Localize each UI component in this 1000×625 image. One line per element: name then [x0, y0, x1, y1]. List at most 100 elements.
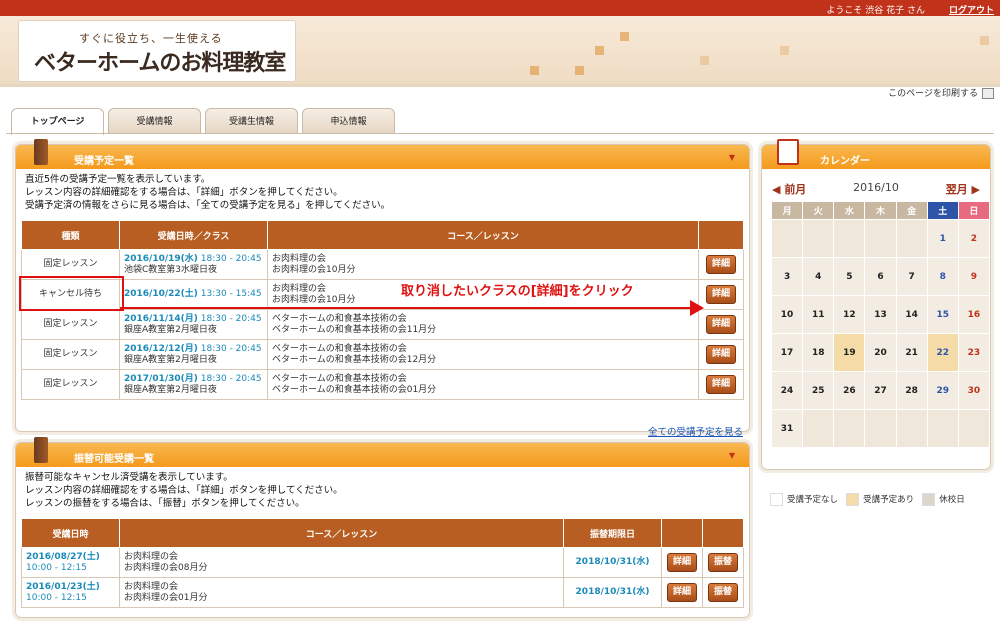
calendar-day[interactable]: 28 [895, 371, 928, 410]
calendar-day[interactable]: 1 [926, 219, 959, 258]
upcoming-intro: 直近5件の受講予定一覧を表示しています。 レッスン内容の詳細確認をする場合は、「… [25, 173, 390, 212]
detail-button[interactable]: 詳細 [705, 345, 736, 364]
table-row: キャンセル待ち 2016/10/22(土) 13:30 - 15:45 お肉料理… [21, 279, 744, 310]
lesson-class: 銀座A教室第2月曜日夜 [124, 354, 217, 365]
calendar-day[interactable]: 15 [926, 295, 959, 334]
calendar-empty-cell [770, 219, 804, 258]
calendar-day[interactable]: 20 [864, 333, 897, 372]
prev-month-link[interactable]: ◀ 前月 [772, 181, 806, 197]
lesson-course: お肉料理の会 お肉料理の会01月分 [119, 577, 564, 608]
next-month-link[interactable]: 翌月 ▶ [946, 181, 980, 197]
calendar-day[interactable]: 14 [895, 295, 928, 334]
calendar-title: カレンダー [820, 156, 870, 167]
lesson-time: 18:30 - 20:45 [200, 373, 262, 384]
calendar-empty-cell [957, 409, 991, 448]
col-header-detail [661, 518, 703, 548]
deadline-date: 2018/10/31(水) [575, 587, 650, 597]
decor-square [575, 66, 584, 75]
calendar-day[interactable]: 9 [957, 257, 991, 296]
calendar-day[interactable]: 16 [957, 295, 991, 334]
intro-line: 直近5件の受講予定一覧を表示しています。 [25, 174, 211, 185]
calendar-day[interactable]: 5 [833, 257, 866, 296]
weekday-header: 木 [864, 201, 897, 220]
transfer-button[interactable]: 振替 [707, 553, 738, 572]
lesson-course: ベターホームの和食基本技術の会 ベターホームの和食基本技術の会11月分 [267, 309, 699, 340]
lesson-time: 10:00 - 12:15 [26, 562, 87, 573]
calendar-day[interactable]: 29 [926, 371, 959, 410]
legend-swatch-has [846, 493, 860, 506]
detail-button[interactable]: 詳細 [705, 315, 736, 334]
calendar-panel: カレンダー 2016/10 ◀ 前月 翌月 ▶ 月 火 水 木 金 土 日 12… [761, 139, 991, 506]
calendar-empty-cell [926, 409, 959, 448]
lesson-date: 2017/01/30(月) [124, 373, 198, 384]
detail-button[interactable]: 詳細 [705, 375, 736, 394]
print-page-link[interactable]: このページを印刷する [888, 86, 994, 99]
lesson-time: 13:30 - 15:45 [200, 289, 262, 299]
lesson-kind: 固定レッスン [21, 249, 120, 280]
col-header-kind: 種類 [21, 220, 120, 250]
action-cell: 詳細 [698, 249, 744, 280]
calendar-day[interactable]: 25 [802, 371, 835, 410]
table-row: 2016/01/23(土) 10:00 - 12:15 お肉料理の会 お肉料理の会0… [21, 577, 744, 608]
detail-button[interactable]: 詳細 [705, 255, 736, 274]
calendar-day[interactable]: 12 [833, 295, 866, 334]
calendar-day[interactable]: 3 [770, 257, 804, 296]
welcome-text: ようこそ 渋谷 花子 さん [826, 6, 925, 16]
transfer-lessons-panel: 振替可能受講一覧 ▼ 振替可能なキャンセル済受講を表示しています。 レッスン内容… [15, 437, 750, 618]
calendar-grid: 月 火 水 木 金 土 日 1 2 3 4 5 6 7 8 9 10 11 12 13 14 15 16 17 1… [770, 201, 991, 448]
tab-top[interactable]: トップページ [11, 108, 104, 135]
legend-label: 受講予定あり [863, 495, 915, 505]
brand-name: ベターホームのお料理教室 [34, 51, 286, 76]
calendar-empty-cell [833, 409, 866, 448]
calendar-day[interactable]: 17 [770, 333, 804, 372]
calendar-empty-cell [833, 219, 866, 258]
logout-link[interactable]: ログアウト [949, 3, 994, 16]
lesson-date: 2016/11/14(月) [124, 313, 198, 324]
annotation-arrow-line [120, 307, 700, 309]
detail-button[interactable]: 詳細 [705, 285, 736, 304]
calendar-day[interactable]: 2 [957, 219, 991, 258]
collapse-icon[interactable]: ▼ [729, 153, 735, 162]
brand-logo[interactable]: すぐに役立ち、一生使える ベターホームのお料理教室 [18, 20, 296, 82]
table-row: 固定レッスン 2016/12/12(月) 18:30 - 20:45 銀座A教室第… [21, 339, 744, 370]
upcoming-panel-header: 受講予定一覧 ▼ [16, 139, 749, 169]
calendar-day[interactable]: 23 [957, 333, 991, 372]
calendar-day[interactable]: 7 [895, 257, 928, 296]
view-all-upcoming-link[interactable]: 全ての受講予定を見る [648, 424, 743, 438]
weekday-header: 金 [895, 201, 928, 220]
calendar-day[interactable]: 19 [833, 333, 866, 372]
weekday-header: 月 [770, 201, 804, 220]
calendar-day[interactable]: 8 [926, 257, 959, 296]
lesson-time: 10:00 - 12:15 [26, 592, 87, 603]
transfer-intro: 振替可能なキャンセル済受講を表示しています。 レッスン内容の詳細確認をする場合は… [25, 471, 343, 510]
calendar-panel-header: カレンダー [762, 139, 990, 169]
tab-attendance-info[interactable]: 受講情報 [108, 108, 201, 133]
calendar-day[interactable]: 6 [864, 257, 897, 296]
calendar-day[interactable]: 24 [770, 371, 804, 410]
calendar-day[interactable]: 26 [833, 371, 866, 410]
legend-swatch-none [770, 493, 783, 506]
transfer-button[interactable]: 振替 [707, 583, 738, 602]
calendar-day[interactable]: 11 [802, 295, 835, 334]
calendar-day[interactable]: 30 [957, 371, 991, 410]
calendar-day[interactable]: 10 [770, 295, 804, 334]
tab-student-info[interactable]: 受講生情報 [205, 108, 298, 133]
lesson-class: 銀座A教室第2月曜日夜 [124, 384, 217, 395]
calendar-day[interactable]: 21 [895, 333, 928, 372]
calendar-day[interactable]: 22 [926, 333, 959, 372]
calendar-day[interactable]: 4 [802, 257, 835, 296]
deadline-date: 2018/10/31(水) [575, 557, 650, 567]
collapse-icon[interactable]: ▼ [729, 451, 735, 460]
lesson-name: ベターホームの和食基本技術の会11月分 [272, 324, 437, 335]
calendar-day[interactable]: 27 [864, 371, 897, 410]
tab-application-info[interactable]: 申込情報 [302, 108, 395, 133]
detail-button[interactable]: 詳細 [666, 553, 697, 572]
weekday-header: 火 [802, 201, 835, 220]
detail-button[interactable]: 詳細 [666, 583, 697, 602]
calendar-day[interactable]: 18 [802, 333, 835, 372]
calendar-day[interactable]: 31 [770, 409, 804, 448]
calendar-empty-cell [895, 219, 928, 258]
calendar-day[interactable]: 13 [864, 295, 897, 334]
lesson-date: 2016/08/27(土) [26, 551, 100, 562]
table-row: 固定レッスン 2017/01/30(月) 18:30 - 20:45 銀座A教室第… [21, 369, 744, 400]
